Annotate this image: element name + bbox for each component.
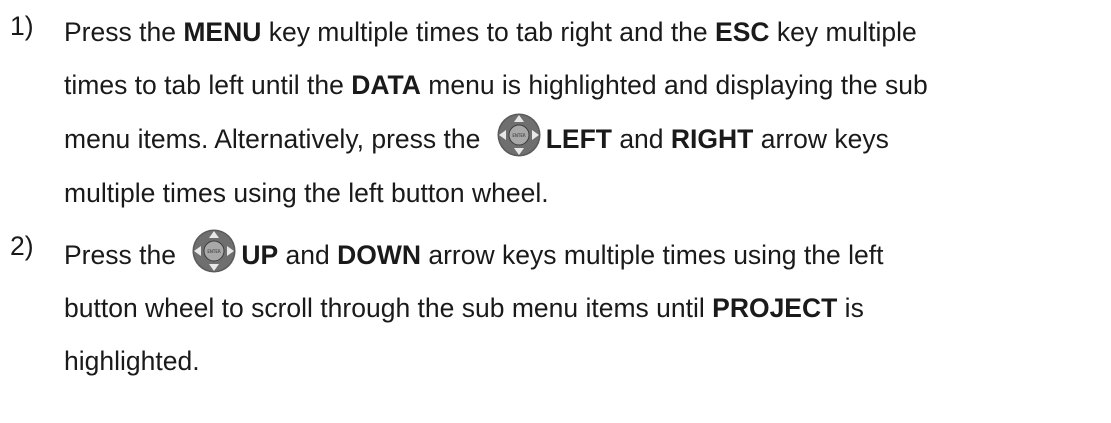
step-line: times to tab left until the DATA menu is… xyxy=(64,59,1111,112)
directional-wheel-graphic: ENTER xyxy=(497,113,541,157)
key-name-left: LEFT xyxy=(545,124,612,155)
key-name-esc: ESC xyxy=(715,17,770,47)
step-text: menu items. Alternatively, press the xyxy=(64,124,488,155)
step-text: key multiple times to tab right and the xyxy=(261,17,716,47)
step-text: multiple times using the left button whe… xyxy=(64,177,549,208)
key-name-menu: MENU xyxy=(183,17,262,47)
step-text: is xyxy=(837,293,864,324)
key-name-right: RIGHT xyxy=(670,124,754,155)
step-text: arrow keys xyxy=(753,124,889,155)
step-text: Press the xyxy=(64,239,184,270)
key-name-up: UP xyxy=(241,239,279,270)
step-text: arrow keys multiple times using the left xyxy=(421,239,884,270)
wheel-center-label: ENTER xyxy=(512,133,525,138)
menu-name-data: DATA xyxy=(351,70,421,101)
step-text: menu is highlighted and displaying the s… xyxy=(420,70,928,101)
step-text: highlighted. xyxy=(64,346,200,377)
step-line: Press the MENU key multiple times to tab… xyxy=(64,6,1111,59)
step-line: button wheel to scroll through the sub m… xyxy=(64,282,1111,335)
step-line: multiple times using the left button whe… xyxy=(64,167,1111,220)
key-name-down: DOWN xyxy=(337,239,421,270)
instruction-steps: 1) Press the MENU key multiple times to … xyxy=(0,0,1111,388)
step-line: Press the ENTER UP and DOWN arrow keys m… xyxy=(64,228,1111,282)
menu-item-project: PROJECT xyxy=(712,293,838,324)
step-number: 1) xyxy=(10,11,34,41)
step-text: button wheel to scroll through the sub m… xyxy=(64,293,713,324)
step-1: 1) Press the MENU key multiple times to … xyxy=(0,0,1111,220)
step-number: 2) xyxy=(10,230,34,261)
directional-wheel-icon: ENTER xyxy=(191,228,237,274)
step-2: 2) Press the ENTER UP and DOWN arrow key… xyxy=(0,220,1111,389)
directional-wheel-graphic: ENTER xyxy=(192,229,236,273)
step-text: Press the xyxy=(64,17,184,47)
step-line: highlighted. xyxy=(64,335,1111,388)
step-text: times to tab left until the xyxy=(64,70,352,101)
wheel-center-label: ENTER xyxy=(208,249,221,254)
step-line: menu items. Alternatively, press the ENT… xyxy=(64,112,1111,166)
directional-wheel-icon: ENTER xyxy=(496,112,542,158)
step-text: and xyxy=(278,239,338,270)
step-text: key multiple xyxy=(769,17,917,47)
step-text: and xyxy=(611,124,671,155)
